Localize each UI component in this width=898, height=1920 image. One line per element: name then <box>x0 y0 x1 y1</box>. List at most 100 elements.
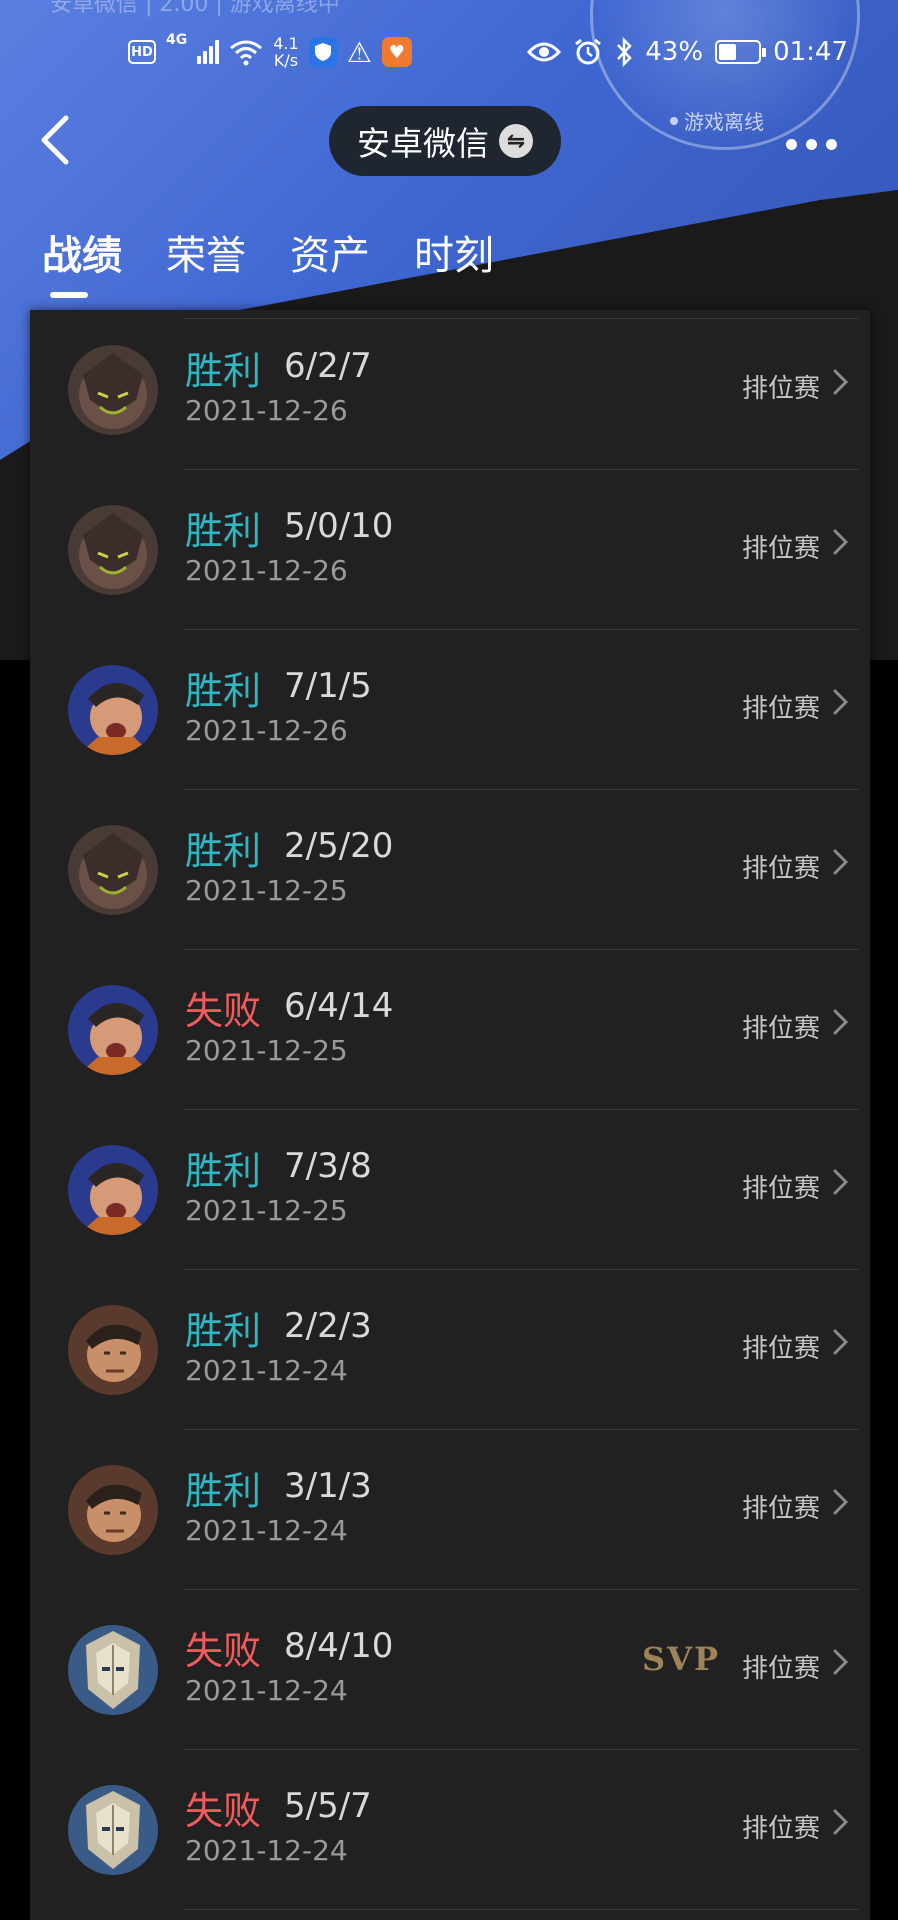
match-result: 胜利 <box>185 509 262 553</box>
shield-icon <box>308 37 337 67</box>
hero-avatar <box>68 985 158 1075</box>
hero-avatar <box>68 505 158 595</box>
battery-icon <box>715 40 767 64</box>
match-mode: 排位赛 <box>741 1174 820 1204</box>
tab-assets[interactable]: 资产 <box>290 228 370 298</box>
match-mode: 排位赛 <box>741 374 820 404</box>
hero-avatar <box>68 665 158 755</box>
hero-avatar <box>68 1625 158 1715</box>
status-dot <box>670 116 678 125</box>
hero-avatar <box>68 345 158 435</box>
hero-avatar <box>68 1465 158 1555</box>
match-kda: 6/4/14 <box>284 986 394 1026</box>
offline-status: 游戏离线 <box>670 106 764 135</box>
hero-avatar <box>68 825 158 915</box>
match-result: 失败 <box>185 1789 262 1833</box>
match-row[interactable]: 胜利 3/1/3 2021-12-24 排位赛 <box>30 1430 870 1590</box>
match-row[interactable]: 胜利 5/0/10 2021-12-26 排位赛 <box>30 470 870 630</box>
divider <box>183 1909 858 1910</box>
match-mode: 排位赛 <box>741 1654 820 1684</box>
match-kda: 2/2/3 <box>284 1306 372 1346</box>
offline-label: 游戏离线 <box>684 110 764 134</box>
chevron-right-icon <box>833 689 849 715</box>
match-kda: 7/3/8 <box>284 1146 372 1186</box>
match-kda: 3/1/3 <box>284 1466 372 1506</box>
hero-avatar <box>68 1785 158 1875</box>
match-result: 胜利 <box>185 349 262 393</box>
tab-record[interactable]: 战绩 <box>42 228 122 298</box>
hd-icon: HD <box>128 40 156 64</box>
match-date: 2021-12-25 <box>185 1034 348 1067</box>
match-kda: 7/1/5 <box>284 666 372 706</box>
wifi-icon <box>230 40 263 66</box>
match-result: 失败 <box>185 989 262 1033</box>
match-row[interactable]: 胜利 2/5/20 2021-12-25 排位赛 <box>30 790 870 950</box>
match-row[interactable]: 失败 6/4/14 2021-12-25 排位赛 <box>30 950 870 1110</box>
match-row[interactable]: 失败 8/4/10 2021-12-24 SVP 排位赛 <box>30 1590 870 1750</box>
match-mode: 排位赛 <box>741 694 820 724</box>
chevron-right-icon <box>833 849 849 875</box>
match-date: 2021-12-26 <box>185 394 348 427</box>
match-date: 2021-12-26 <box>185 554 348 587</box>
svp-badge: SVP <box>642 1640 720 1678</box>
match-row[interactable]: 失败 5/5/7 2021-12-24 排位赛 <box>30 1750 870 1910</box>
match-mode: 排位赛 <box>741 534 820 564</box>
match-date: 2021-12-25 <box>185 874 348 907</box>
account-switcher[interactable]: 安卓微信 ⇋ <box>329 106 561 176</box>
navigation-bar: 安卓微信 ⇋ 游戏离线 <box>0 100 898 180</box>
match-date: 2021-12-26 <box>185 714 348 747</box>
match-result: 胜利 <box>185 1469 262 1513</box>
network-speed: 4.1 K/s <box>273 35 298 69</box>
match-result: 胜利 <box>185 1149 262 1193</box>
tab-bar: 战绩 荣誉 资产 时刻 <box>42 228 494 298</box>
match-result: 胜利 <box>185 829 262 873</box>
match-mode: 排位赛 <box>741 1494 820 1524</box>
battery-percent: 43% <box>645 37 704 67</box>
tab-honor[interactable]: 荣誉 <box>166 228 246 298</box>
match-mode: 排位赛 <box>741 1334 820 1364</box>
match-row[interactable]: 胜利 6/2/7 2021-12-26 排位赛 <box>30 310 870 470</box>
match-mode: 排位赛 <box>741 1014 820 1044</box>
match-result: 失败 <box>185 1629 262 1673</box>
match-row[interactable]: 胜利 2/2/3 2021-12-24 排位赛 <box>30 1270 870 1430</box>
chevron-right-icon <box>833 529 849 555</box>
match-mode: 排位赛 <box>741 854 820 884</box>
signal-icon <box>197 40 220 64</box>
status-bar: HD 4G 4.1 K/s ⚠ ♥ 43% 01:47 <box>0 28 898 76</box>
match-row[interactable]: 胜利 7/1/5 2021-12-26 排位赛 <box>30 630 870 790</box>
chevron-right-icon <box>833 1329 849 1355</box>
health-icon: ♥ <box>381 37 412 67</box>
match-date: 2021-12-24 <box>185 1674 348 1707</box>
network-type: 4G <box>166 32 188 48</box>
eye-icon <box>527 42 562 62</box>
dot <box>806 138 817 150</box>
alarm-icon <box>575 38 602 65</box>
match-result: 胜利 <box>185 1309 262 1353</box>
match-kda: 5/0/10 <box>284 506 394 546</box>
chevron-right-icon <box>833 1169 849 1195</box>
background-faded-text: 安卓微信 | 2.00 | 游戏离线中 <box>50 0 340 17</box>
hero-avatar <box>68 1305 158 1395</box>
chevron-right-icon <box>833 369 849 395</box>
dot <box>826 138 837 150</box>
speed-unit: K/s <box>273 51 299 70</box>
match-kda: 6/2/7 <box>284 346 372 386</box>
battery-fill <box>719 44 737 60</box>
bluetooth-icon <box>617 37 632 67</box>
match-date: 2021-12-24 <box>185 1354 348 1387</box>
more-button[interactable] <box>786 124 846 164</box>
match-row[interactable]: 胜利 7/3/8 2021-12-25 排位赛 <box>30 1110 870 1270</box>
match-date: 2021-12-24 <box>185 1834 348 1867</box>
chevron-right-icon <box>833 1809 849 1835</box>
speed-value: 4.1 <box>273 34 299 53</box>
chevron-right-icon <box>833 1009 849 1035</box>
back-button[interactable] <box>30 108 90 172</box>
account-label: 安卓微信 <box>357 124 489 163</box>
hero-avatar <box>68 1145 158 1235</box>
chevron-left-icon <box>41 115 69 165</box>
match-date: 2021-12-25 <box>185 1194 348 1227</box>
tab-moments[interactable]: 时刻 <box>414 228 494 298</box>
chevron-right-icon <box>833 1489 849 1515</box>
match-kda: 8/4/10 <box>284 1626 394 1666</box>
match-kda: 2/5/20 <box>284 826 394 866</box>
